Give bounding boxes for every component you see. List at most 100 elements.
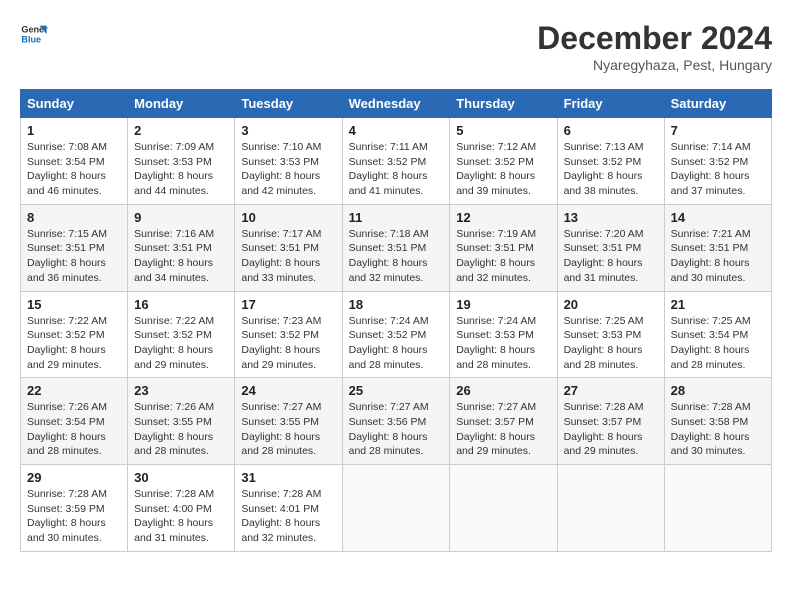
day-number: 16 — [134, 297, 228, 312]
day-number: 30 — [134, 470, 228, 485]
svg-text:Blue: Blue — [21, 34, 41, 44]
day-info: Sunrise: 7:26 AM Sunset: 3:55 PM Dayligh… — [134, 400, 228, 459]
calendar-week-1: 1 Sunrise: 7:08 AM Sunset: 3:54 PM Daylig… — [21, 118, 772, 205]
day-info: Sunrise: 7:22 AM Sunset: 3:52 PM Dayligh… — [134, 314, 228, 373]
day-number: 13 — [564, 210, 658, 225]
calendar-cell: 4Sunrise: 7:11 AM Sunset: 3:52 PM Daylig… — [342, 118, 450, 205]
weekday-tuesday: Tuesday — [235, 90, 342, 118]
calendar-cell — [557, 465, 664, 552]
calendar-cell: 20 Sunrise: 7:25 AM Sunset: 3:53 PM Dayli… — [557, 291, 664, 378]
day-number: 2 — [134, 123, 228, 138]
calendar-week-4: 22 Sunrise: 7:26 AM Sunset: 3:54 PM Dayli… — [21, 378, 772, 465]
calendar-cell: 15 Sunrise: 7:22 AM Sunset: 3:52 PM Dayli… — [21, 291, 128, 378]
calendar-cell: 13Sunrise: 7:20 AM Sunset: 3:51 PM Dayli… — [557, 204, 664, 291]
calendar-cell: 6 Sunrise: 7:13 AM Sunset: 3:52 PM Daylig… — [557, 118, 664, 205]
calendar-cell: 14Sunrise: 7:21 AM Sunset: 3:51 PM Dayli… — [664, 204, 771, 291]
day-info: Sunrise: 7:28 AM Sunset: 4:00 PM Dayligh… — [134, 487, 228, 546]
day-number: 7 — [671, 123, 765, 138]
day-info: Sunrise: 7:27 AM Sunset: 3:57 PM Dayligh… — [456, 400, 550, 459]
calendar-cell: 27Sunrise: 7:28 AM Sunset: 3:57 PM Dayli… — [557, 378, 664, 465]
calendar-cell: 19 Sunrise: 7:24 AM Sunset: 3:53 PM Dayli… — [450, 291, 557, 378]
day-info: Sunrise: 7:09 AM Sunset: 3:53 PM Dayligh… — [134, 140, 228, 199]
calendar-cell: 11Sunrise: 7:18 AM Sunset: 3:51 PM Dayli… — [342, 204, 450, 291]
calendar-week-3: 15 Sunrise: 7:22 AM Sunset: 3:52 PM Dayli… — [21, 291, 772, 378]
day-number: 22 — [27, 383, 121, 398]
calendar-cell: 21 Sunrise: 7:25 AM Sunset: 3:54 PM Dayli… — [664, 291, 771, 378]
weekday-monday: Monday — [128, 90, 235, 118]
day-info: Sunrise: 7:18 AM Sunset: 3:51 PM Dayligh… — [349, 227, 444, 286]
day-info: Sunrise: 7:25 AM Sunset: 3:54 PM Dayligh… — [671, 314, 765, 373]
calendar-cell: 8 Sunrise: 7:15 AM Sunset: 3:51 PM Daylig… — [21, 204, 128, 291]
day-number: 31 — [241, 470, 335, 485]
day-number: 29 — [27, 470, 121, 485]
day-info: Sunrise: 7:17 AM Sunset: 3:51 PM Dayligh… — [241, 227, 335, 286]
calendar-week-5: 29 Sunrise: 7:28 AM Sunset: 3:59 PM Dayli… — [21, 465, 772, 552]
day-number: 19 — [456, 297, 550, 312]
day-info: Sunrise: 7:28 AM Sunset: 3:58 PM Dayligh… — [671, 400, 765, 459]
day-number: 8 — [27, 210, 121, 225]
month-title: December 2024 — [537, 20, 772, 57]
calendar-cell: 16 Sunrise: 7:22 AM Sunset: 3:52 PM Dayli… — [128, 291, 235, 378]
weekday-saturday: Saturday — [664, 90, 771, 118]
day-number: 15 — [27, 297, 121, 312]
day-number: 6 — [564, 123, 658, 138]
day-number: 28 — [671, 383, 765, 398]
calendar-cell: 24 Sunrise: 7:27 AM Sunset: 3:55 PM Dayli… — [235, 378, 342, 465]
calendar-cell: 2 Sunrise: 7:09 AM Sunset: 3:53 PM Daylig… — [128, 118, 235, 205]
calendar-cell: 7Sunrise: 7:14 AM Sunset: 3:52 PM Daylig… — [664, 118, 771, 205]
day-number: 27 — [564, 383, 658, 398]
day-number: 17 — [241, 297, 335, 312]
day-info: Sunrise: 7:24 AM Sunset: 3:53 PM Dayligh… — [456, 314, 550, 373]
weekday-sunday: Sunday — [21, 90, 128, 118]
calendar-cell — [342, 465, 450, 552]
day-number: 21 — [671, 297, 765, 312]
calendar-cell: 30 Sunrise: 7:28 AM Sunset: 4:00 PM Dayli… — [128, 465, 235, 552]
calendar-week-2: 8 Sunrise: 7:15 AM Sunset: 3:51 PM Daylig… — [21, 204, 772, 291]
day-info: Sunrise: 7:12 AM Sunset: 3:52 PM Dayligh… — [456, 140, 550, 199]
day-info: Sunrise: 7:27 AM Sunset: 3:55 PM Dayligh… — [241, 400, 335, 459]
day-info: Sunrise: 7:10 AM Sunset: 3:53 PM Dayligh… — [241, 140, 335, 199]
day-number: 5 — [456, 123, 550, 138]
calendar-cell: 3 Sunrise: 7:10 AM Sunset: 3:53 PM Daylig… — [235, 118, 342, 205]
day-info: Sunrise: 7:28 AM Sunset: 3:59 PM Dayligh… — [27, 487, 121, 546]
day-info: Sunrise: 7:26 AM Sunset: 3:54 PM Dayligh… — [27, 400, 121, 459]
day-number: 14 — [671, 210, 765, 225]
day-info: Sunrise: 7:15 AM Sunset: 3:51 PM Dayligh… — [27, 227, 121, 286]
day-number: 20 — [564, 297, 658, 312]
day-info: Sunrise: 7:25 AM Sunset: 3:53 PM Dayligh… — [564, 314, 658, 373]
day-number: 25 — [349, 383, 444, 398]
weekday-thursday: Thursday — [450, 90, 557, 118]
location: Nyaregyhaza, Pest, Hungary — [537, 57, 772, 73]
logo: General Blue — [20, 20, 48, 48]
calendar-cell: 25 Sunrise: 7:27 AM Sunset: 3:56 PM Dayli… — [342, 378, 450, 465]
day-info: Sunrise: 7:27 AM Sunset: 3:56 PM Dayligh… — [349, 400, 444, 459]
day-number: 24 — [241, 383, 335, 398]
day-info: Sunrise: 7:16 AM Sunset: 3:51 PM Dayligh… — [134, 227, 228, 286]
calendar-cell: 12 Sunrise: 7:19 AM Sunset: 3:51 PM Dayli… — [450, 204, 557, 291]
weekday-friday: Friday — [557, 90, 664, 118]
day-number: 26 — [456, 383, 550, 398]
calendar-cell: 28 Sunrise: 7:28 AM Sunset: 3:58 PM Dayli… — [664, 378, 771, 465]
day-info: Sunrise: 7:08 AM Sunset: 3:54 PM Dayligh… — [27, 140, 121, 199]
day-info: Sunrise: 7:13 AM Sunset: 3:52 PM Dayligh… — [564, 140, 658, 199]
calendar-cell — [450, 465, 557, 552]
weekday-wednesday: Wednesday — [342, 90, 450, 118]
day-number: 18 — [349, 297, 444, 312]
calendar-cell: 5 Sunrise: 7:12 AM Sunset: 3:52 PM Daylig… — [450, 118, 557, 205]
day-info: Sunrise: 7:22 AM Sunset: 3:52 PM Dayligh… — [27, 314, 121, 373]
day-info: Sunrise: 7:19 AM Sunset: 3:51 PM Dayligh… — [456, 227, 550, 286]
calendar-cell: 10 Sunrise: 7:17 AM Sunset: 3:51 PM Dayli… — [235, 204, 342, 291]
day-number: 23 — [134, 383, 228, 398]
calendar-cell: 9Sunrise: 7:16 AM Sunset: 3:51 PM Daylig… — [128, 204, 235, 291]
calendar-cell: 31Sunrise: 7:28 AM Sunset: 4:01 PM Dayli… — [235, 465, 342, 552]
day-number: 1 — [27, 123, 121, 138]
calendar-cell: 26 Sunrise: 7:27 AM Sunset: 3:57 PM Dayli… — [450, 378, 557, 465]
day-number: 12 — [456, 210, 550, 225]
day-number: 4 — [349, 123, 444, 138]
calendar-cell: 1 Sunrise: 7:08 AM Sunset: 3:54 PM Daylig… — [21, 118, 128, 205]
day-number: 10 — [241, 210, 335, 225]
day-number: 3 — [241, 123, 335, 138]
calendar-body: 1 Sunrise: 7:08 AM Sunset: 3:54 PM Daylig… — [21, 118, 772, 552]
day-info: Sunrise: 7:23 AM Sunset: 3:52 PM Dayligh… — [241, 314, 335, 373]
calendar-cell: 22 Sunrise: 7:26 AM Sunset: 3:54 PM Dayli… — [21, 378, 128, 465]
